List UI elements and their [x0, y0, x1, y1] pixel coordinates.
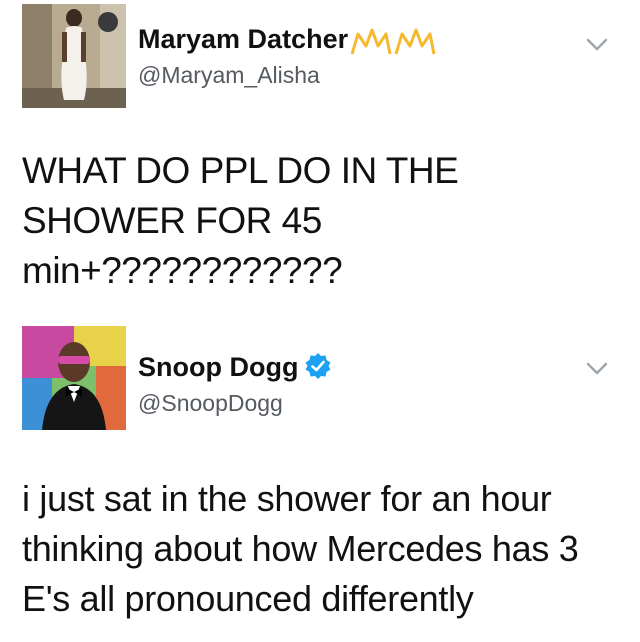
tweet-snoop: Snoop Dogg @SnoopDogg i just sat in the … — [0, 322, 640, 642]
tweet-text-line: E's all pronounced differently — [22, 578, 474, 619]
user-handle[interactable]: @Maryam_Alisha — [138, 62, 320, 89]
chevron-down-icon[interactable] — [586, 38, 608, 52]
tweet-text-line: thinking about how Mercedes has 3 — [22, 528, 579, 569]
avatar-maryam[interactable] — [22, 4, 126, 108]
avatar-maryam-image — [22, 4, 126, 108]
tweet-text: WHAT DO PPL DO IN THE SHOWER FOR 45 min+… — [22, 146, 618, 296]
display-name[interactable]: Maryam Datcher — [138, 24, 348, 55]
display-name[interactable]: Snoop Dogg — [138, 352, 298, 383]
tweet-maryam: Maryam Datcher @Maryam_Alisha WHAT DO PP… — [0, 0, 640, 318]
crown-emoji-icon — [350, 28, 436, 55]
user-handle[interactable]: @SnoopDogg — [138, 390, 283, 417]
tweet-text-line: WHAT DO PPL DO IN THE — [22, 150, 459, 191]
verified-badge-icon — [305, 353, 331, 379]
tweet-text-line: i just sat in the shower for an hour — [22, 478, 552, 519]
avatar-snoop[interactable] — [22, 326, 126, 430]
chevron-down-icon[interactable] — [586, 362, 608, 376]
tweet-text: i just sat in the shower for an hour thi… — [22, 474, 618, 624]
tweet-text-line: min+???????????? — [22, 250, 343, 291]
avatar-snoop-image — [22, 326, 126, 430]
tweet-text-line: SHOWER FOR 45 — [22, 200, 322, 241]
